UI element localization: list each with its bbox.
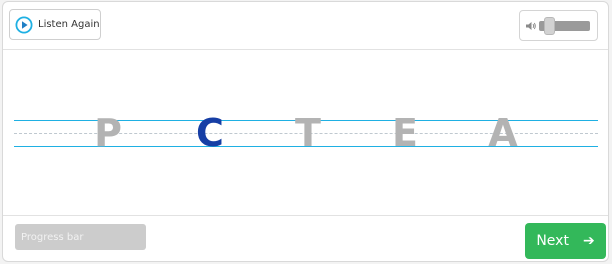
listen-again-label: Listen Again (38, 19, 100, 30)
exercise-card: Listen Again P C T E A Progress bar Next… (2, 1, 609, 262)
play-circle-icon (15, 16, 33, 34)
next-button-label: Next (536, 233, 569, 249)
top-toolbar: Listen Again (3, 2, 608, 50)
volume-control (519, 10, 598, 41)
letter-tile[interactable]: T (288, 110, 328, 156)
letter-writing-area: P C T E A (3, 50, 608, 215)
volume-slider-handle[interactable] (544, 17, 555, 35)
listen-again-button[interactable]: Listen Again (9, 9, 101, 40)
speaker-icon (525, 20, 537, 32)
next-button[interactable]: Next ➔ (525, 223, 606, 259)
arrow-right-icon: ➔ (582, 233, 595, 249)
letter-tile[interactable]: P (88, 110, 128, 156)
letter-tile[interactable]: C (190, 110, 230, 156)
progress-bar-label: Progress bar (21, 231, 84, 243)
bottom-bar: Progress bar Next ➔ (3, 215, 608, 261)
letter-tile[interactable]: E (385, 110, 425, 156)
letter-tile[interactable]: A (483, 110, 523, 156)
progress-bar: Progress bar (15, 224, 146, 250)
